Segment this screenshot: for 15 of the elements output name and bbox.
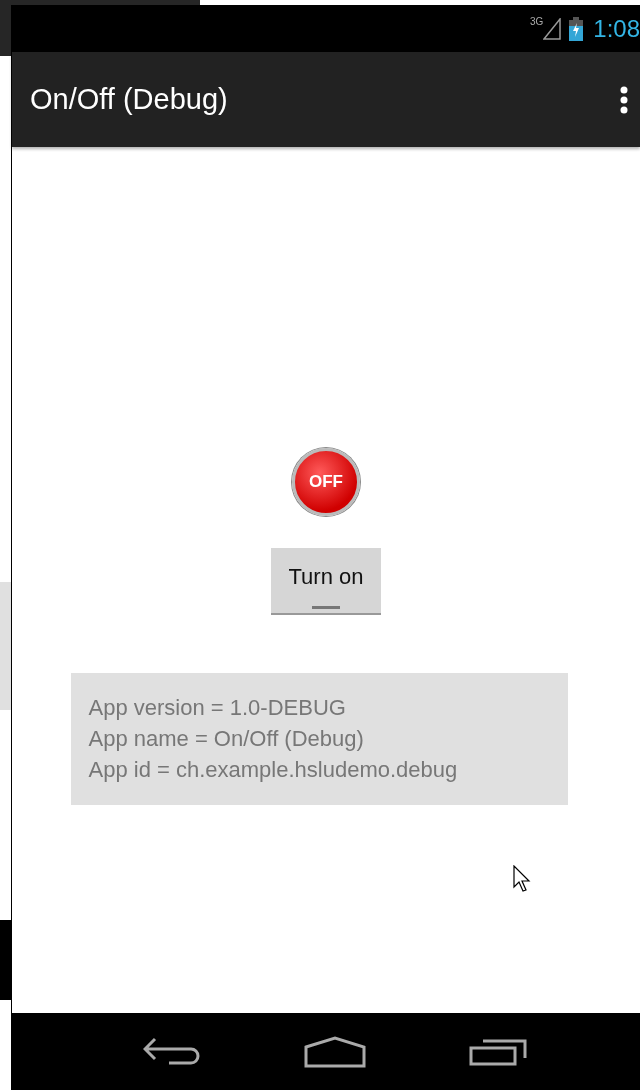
power-status-icon: OFF [292,448,360,516]
app-title: On/Off (Debug) [30,83,228,116]
mouse-cursor-icon [513,865,533,893]
overflow-menu-icon[interactable] [620,85,628,114]
back-icon[interactable] [143,1036,202,1067]
battery-icon [569,16,584,41]
signal-icon [543,17,562,40]
info-text: App version = 1.0-DEBUG [88,694,347,722]
home-icon[interactable] [304,1035,366,1068]
recent-apps-icon[interactable] [468,1037,529,1066]
info-text: App name = On/Off (Debug) [88,725,365,753]
clock-text: 1:08 [593,14,640,43]
info-text: App id = ch.example.hsludemo.debug [88,756,459,784]
network-label: 3G [529,16,544,27]
turn-on-button[interactable]: Turn on [271,548,381,615]
